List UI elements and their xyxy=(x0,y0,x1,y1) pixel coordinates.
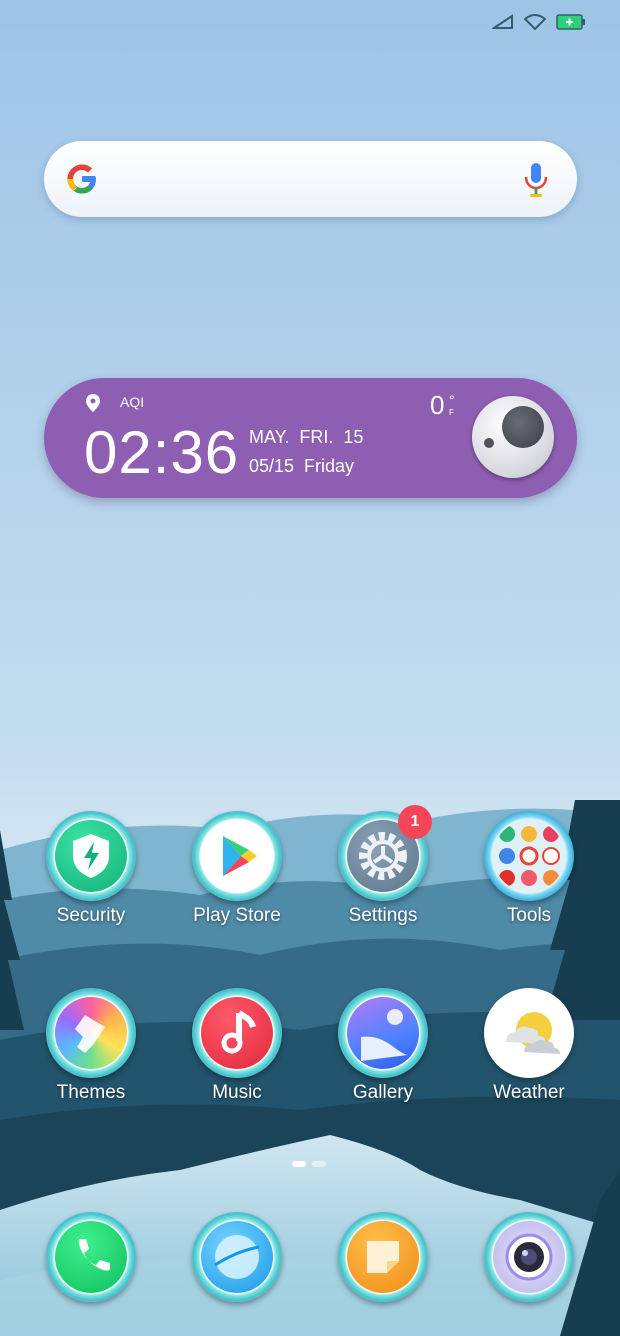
camera-icon xyxy=(493,1221,565,1293)
app-label: Gallery xyxy=(352,1082,414,1103)
app-play-store[interactable]: Play Store xyxy=(182,811,292,927)
clock-weather-widget[interactable]: AQI 02:36 MAY. FRI. 15 05/15 Friday 0 ° … xyxy=(44,378,577,498)
gallery-icon xyxy=(347,997,419,1069)
paintbrush-icon xyxy=(55,997,127,1069)
phone-icon xyxy=(55,1221,127,1293)
signal-icon xyxy=(492,14,513,29)
clock-time[interactable]: 02:36 xyxy=(84,418,239,487)
music-note-icon xyxy=(201,997,273,1069)
folder-grid-icon xyxy=(493,820,565,892)
app-themes[interactable]: Themes xyxy=(36,988,146,1104)
temperature-unit: F xyxy=(449,408,454,417)
app-label: Play Store xyxy=(193,905,281,926)
app-gallery[interactable]: Gallery xyxy=(328,988,438,1104)
knob-icon[interactable] xyxy=(472,396,554,478)
app-label: Weather xyxy=(493,1082,565,1103)
app-music[interactable]: Music xyxy=(182,988,292,1104)
notes-icon xyxy=(347,1221,419,1293)
app-label: Themes xyxy=(56,1082,126,1103)
aqi-label: AQI xyxy=(120,394,145,410)
google-search-bar[interactable] xyxy=(44,141,577,217)
play-store-icon xyxy=(201,820,273,892)
wifi-icon xyxy=(524,14,546,30)
weather-icon xyxy=(484,988,574,1078)
degree-symbol: ° xyxy=(449,392,455,408)
battery-charging-icon xyxy=(556,14,585,30)
dock-notes[interactable] xyxy=(328,1212,438,1302)
date-line-secondary: 05/15 Friday xyxy=(249,456,355,476)
dock-browser[interactable] xyxy=(182,1212,292,1302)
status-bar xyxy=(492,14,586,30)
folder-tools[interactable]: Tools xyxy=(474,811,584,927)
mic-icon[interactable] xyxy=(523,161,549,199)
app-label: Security xyxy=(56,905,126,926)
page-indicator[interactable] xyxy=(292,1161,326,1167)
browser-icon xyxy=(201,1221,273,1293)
google-logo-icon xyxy=(67,164,96,194)
page-dot[interactable] xyxy=(312,1161,326,1167)
page-dot-current[interactable] xyxy=(292,1161,306,1167)
temperature-value: 0 xyxy=(430,390,445,420)
shield-icon xyxy=(55,820,127,892)
app-label: Settings xyxy=(348,905,418,926)
dock-phone[interactable] xyxy=(36,1212,146,1302)
dock-camera[interactable] xyxy=(474,1212,584,1302)
location-pin-icon xyxy=(86,394,100,412)
date-line-primary: MAY. FRI. 15 xyxy=(249,427,364,447)
app-label: Music xyxy=(212,1082,262,1103)
notification-badge: 1 xyxy=(398,805,432,839)
app-security[interactable]: Security xyxy=(36,811,146,927)
app-weather[interactable]: Weather xyxy=(474,988,584,1104)
app-settings[interactable]: 1 Settings xyxy=(328,805,438,927)
app-label: Tools xyxy=(506,905,552,926)
